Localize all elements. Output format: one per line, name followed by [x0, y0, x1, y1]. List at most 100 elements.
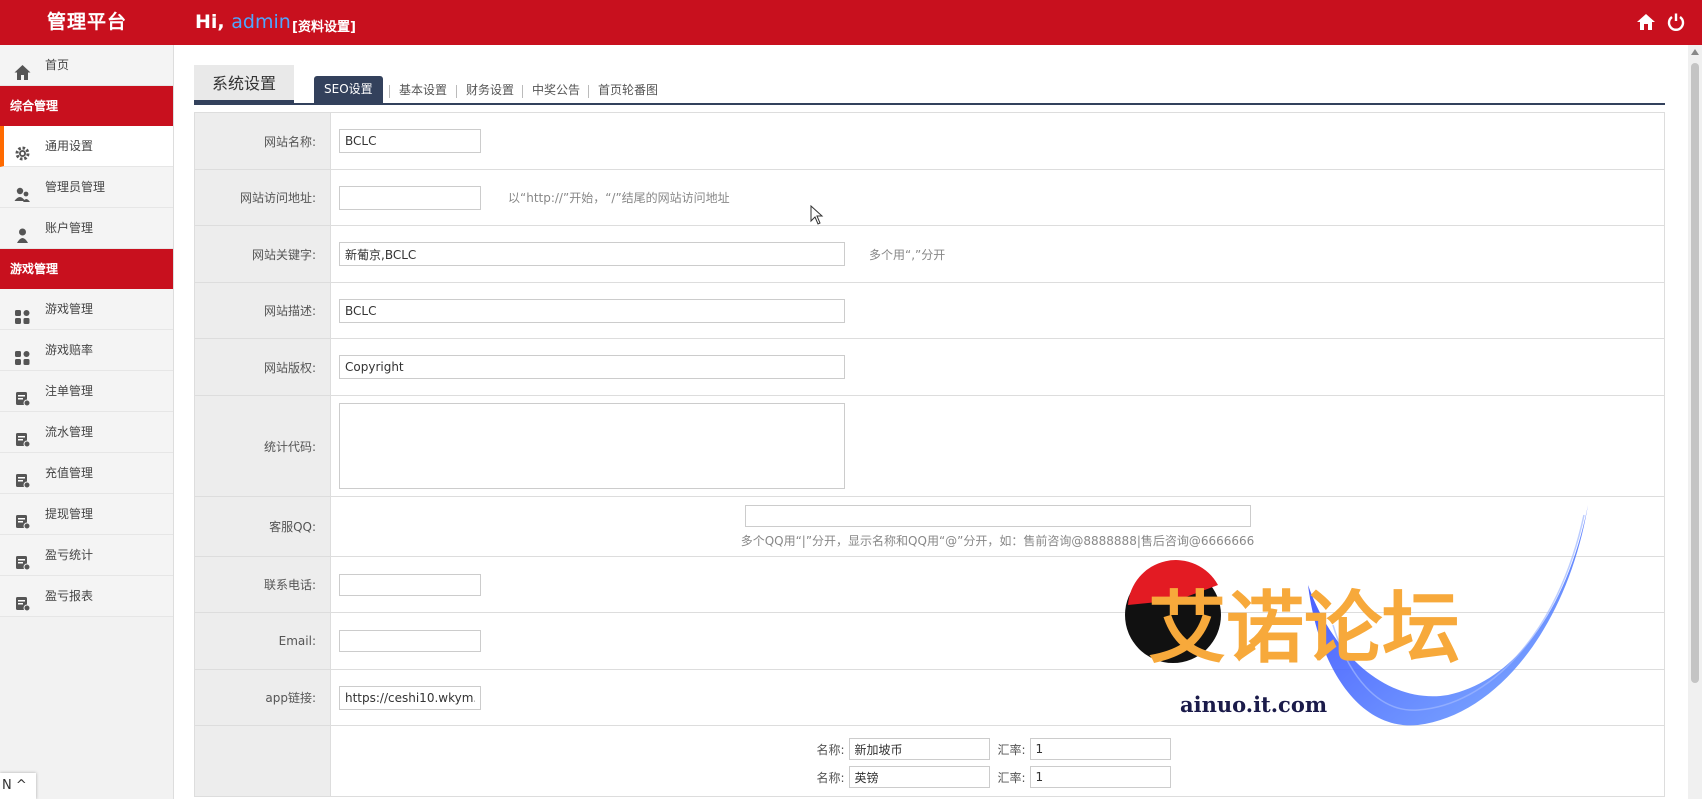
- currency-row: 名称: 汇率:: [816, 766, 1178, 788]
- username: admin: [231, 11, 291, 33]
- currency-name-label: 名称:: [816, 742, 845, 757]
- sidebar-item-recharge-management[interactable]: 充值管理: [0, 453, 173, 494]
- form-row-keywords: 网站关键字: 多个用“,”分开: [195, 226, 1664, 283]
- main-content: 系统设置 SEO设置 基本设置 财务设置 中奖公告 首页轮番图 网站名称: 网站…: [194, 47, 1665, 799]
- sidebar-item-label: 管理员管理: [45, 180, 106, 194]
- currency-rate-input[interactable]: [1029, 766, 1171, 788]
- sidebar-item-home[interactable]: 首页: [0, 45, 173, 86]
- document-icon: [14, 424, 31, 448]
- sidebar-item-account-management[interactable]: 账户管理: [0, 208, 173, 249]
- sidebar-item-label: 流水管理: [45, 425, 94, 439]
- currency-row: 名称: 汇率:: [816, 738, 1178, 760]
- document-icon: [14, 383, 31, 407]
- scrollbar-thumb[interactable]: [1691, 63, 1699, 683]
- greeting: Hi, admin: [195, 11, 291, 33]
- copyright-input[interactable]: [339, 355, 845, 379]
- sidebar-group-games[interactable]: 游戏管理: [0, 249, 173, 289]
- form-row-app-link: app链接:: [195, 670, 1664, 726]
- email-input[interactable]: [339, 630, 481, 652]
- currency-name-input[interactable]: [848, 766, 990, 788]
- qq-input[interactable]: [744, 504, 1251, 527]
- document-icon: [14, 465, 31, 489]
- currency-name-label: 名称:: [816, 770, 845, 785]
- profile-settings-link[interactable]: [资料设置]: [292, 16, 356, 35]
- tab-basic[interactable]: 基本设置: [389, 78, 457, 103]
- form-row-phone: 联系电话:: [195, 557, 1664, 613]
- form-row-stats-code: 统计代码:: [195, 396, 1664, 497]
- currency-name-input[interactable]: [848, 738, 990, 760]
- brand-title: 管理平台: [46, 11, 127, 33]
- sidebar-item-profit-report[interactable]: 盈亏报表: [0, 576, 173, 617]
- currency-rate-label: 汇率:: [997, 742, 1026, 757]
- stats-code-label: 统计代码:: [195, 396, 331, 496]
- currency-rate-input[interactable]: [1029, 738, 1171, 760]
- form-row-qq: 客服QQ: 多个QQ用“|”分开，显示名称和QQ用“@”分开，如：售前咨询@88…: [195, 497, 1664, 557]
- app-link-label: app链接:: [195, 670, 331, 725]
- power-icon[interactable]: [1666, 12, 1686, 32]
- grid-icon: [14, 342, 31, 365]
- sidebar-item-flow-management[interactable]: 流水管理: [0, 412, 173, 453]
- grid-icon: [14, 301, 31, 324]
- section-title: 系统设置: [194, 65, 294, 103]
- document-icon: [14, 506, 31, 530]
- email-label: Email:: [195, 613, 331, 669]
- language-chip[interactable]: N ^: [0, 773, 36, 799]
- top-header: 管理平台 Hi, admin [资料设置]: [0, 0, 1702, 45]
- sidebar-item-label: 盈亏统计: [45, 548, 94, 562]
- sidebar-item-admin-management[interactable]: 管理员管理: [0, 167, 173, 208]
- keywords-input[interactable]: [339, 242, 845, 266]
- form-row-email: Email:: [195, 613, 1664, 670]
- site-name-label: 网站名称:: [195, 113, 331, 169]
- sidebar-item-label: 盈亏报表: [45, 589, 94, 603]
- sidebar-item-label: 游戏赔率: [45, 343, 94, 357]
- watermark-url: ainuo.it.com: [1180, 692, 1328, 717]
- tab-winning-notice[interactable]: 中奖公告: [522, 78, 590, 103]
- copyright-label: 网站版权:: [195, 339, 331, 395]
- app-link-input[interactable]: [339, 685, 481, 710]
- sidebar-item-bet-management[interactable]: 注单管理: [0, 371, 173, 412]
- sidebar-item-general-settings[interactable]: 通用设置: [0, 126, 173, 167]
- header-actions: [1636, 12, 1686, 32]
- tab-seo[interactable]: SEO设置: [314, 76, 383, 103]
- document-icon: [14, 547, 31, 571]
- sidebar-item-label: 充值管理: [45, 466, 94, 480]
- seo-settings-form: 网站名称: 网站访问地址: 以“http://”开始，“/”结尾的网站访问地址 …: [194, 112, 1665, 797]
- user-icon: [14, 220, 31, 243]
- keywords-label: 网站关键字:: [195, 226, 331, 282]
- currencies-label: [195, 726, 331, 796]
- currency-rate-label: 汇率:: [997, 770, 1026, 785]
- qq-label: 客服QQ:: [195, 497, 331, 556]
- home-icon[interactable]: [1636, 12, 1656, 32]
- site-url-hint: 以“http://”开始，“/”结尾的网站访问地址: [508, 191, 730, 205]
- sidebar-group-general[interactable]: 综合管理: [0, 86, 173, 126]
- sidebar-item-label: 提现管理: [45, 507, 94, 521]
- sidebar-item-label: 通用设置: [45, 139, 94, 153]
- users-icon: [14, 179, 31, 202]
- gear-icon: [14, 138, 31, 161]
- phone-input[interactable]: [339, 573, 481, 596]
- sidebar-item-label: 注单管理: [45, 384, 94, 398]
- qq-hint: 多个QQ用“|”分开，显示名称和QQ用“@”分开，如：售前咨询@8888888|…: [740, 533, 1255, 548]
- sidebar-item-game-management[interactable]: 游戏管理: [0, 289, 173, 330]
- page-scrollbar[interactable]: [1688, 45, 1702, 799]
- sidebar-item-withdraw-management[interactable]: 提现管理: [0, 494, 173, 535]
- form-row-copyright: 网站版权:: [195, 339, 1664, 396]
- stats-code-textarea[interactable]: [339, 403, 845, 489]
- scroll-up-arrow-icon[interactable]: [1691, 49, 1699, 55]
- description-label: 网站描述:: [195, 283, 331, 338]
- tabs-bar: 系统设置 SEO设置 基本设置 财务设置 中奖公告 首页轮番图: [194, 65, 1665, 105]
- sidebar-item-profit-stats[interactable]: 盈亏统计: [0, 535, 173, 576]
- sidebar-item-label: 账户管理: [45, 221, 94, 235]
- tab-carousel[interactable]: 首页轮番图: [588, 78, 668, 103]
- tab-finance[interactable]: 财务设置: [456, 78, 524, 103]
- sidebar-item-label: 游戏管理: [45, 302, 94, 316]
- form-row-site-name: 网站名称:: [195, 113, 1664, 170]
- sidebar-item-label: 首页: [45, 58, 70, 72]
- site-name-input[interactable]: [339, 129, 481, 153]
- site-url-input[interactable]: [339, 185, 481, 210]
- greeting-text: Hi,: [195, 11, 225, 33]
- document-icon: [14, 588, 31, 612]
- sidebar: 首页 综合管理 通用设置 管理员管理 账户管理 游戏管理 游戏管理 游戏赔率 注…: [0, 45, 174, 799]
- description-input[interactable]: [339, 298, 845, 323]
- sidebar-item-game-odds[interactable]: 游戏赔率: [0, 330, 173, 371]
